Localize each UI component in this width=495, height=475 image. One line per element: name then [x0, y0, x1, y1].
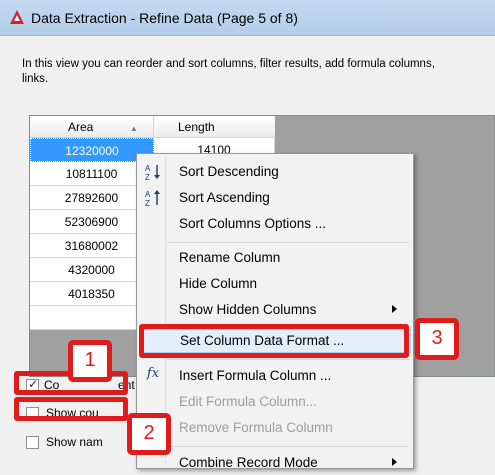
description-line-1: In this view you can reorder and sort co…: [22, 58, 435, 70]
menu-item-rename-column[interactable]: Rename Column: [139, 246, 411, 270]
show-name-label: Show nam: [46, 435, 103, 449]
column-header-length-label: Length: [178, 120, 215, 134]
sort-descending-icon: A Z: [145, 164, 160, 182]
menu-label-sort-columns-options: Sort Columns Options ...: [179, 216, 327, 231]
submenu-arrow-icon: [392, 305, 397, 313]
menu-item-edit-formula-column: Edit Formula Column...: [139, 390, 411, 414]
menu-item-insert-formula-column[interactable]: fx Insert Formula Column ...: [139, 364, 411, 388]
menu-label-rename-column: Rename Column: [179, 250, 281, 265]
menu-label-sort-ascending: Sort Ascending: [179, 190, 270, 205]
description-line-2: links.: [22, 73, 49, 85]
svg-text:A: A: [145, 190, 151, 199]
menu-item-remove-formula-column: Remove Formula Column: [139, 416, 411, 440]
sort-ascending-icon: A Z: [145, 190, 160, 208]
menu-separator: [167, 359, 409, 360]
menu-separator: [167, 446, 409, 447]
callout-highlight-checkboxes: [14, 397, 128, 421]
svg-text:Z: Z: [145, 199, 150, 208]
menu-label-show-hidden-columns: Show Hidden Columns: [179, 302, 317, 317]
column-header-area-label: Area: [68, 120, 94, 134]
description-text: In this view you can reorder and sort co…: [22, 57, 495, 87]
menu-label-insert-formula-column: Insert Formula Column ...: [179, 368, 332, 383]
menu-label-combine-record-mode: Combine Record Mode: [179, 455, 318, 470]
sort-ascending-arrow-icon: ▲: [130, 124, 138, 133]
formula-icon: fx: [146, 366, 160, 381]
grid-header: Area ▲ Length: [30, 116, 275, 138]
window-title: Data Extraction - Refine Data (Page 5 of…: [31, 10, 298, 26]
autocad-icon: [10, 10, 24, 24]
svg-text:A: A: [145, 164, 151, 173]
menu-label-hide-column: Hide Column: [179, 276, 258, 291]
callout-number-2: 2: [127, 413, 171, 455]
menu-item-hide-column[interactable]: Hide Column: [139, 272, 411, 296]
svg-text:Z: Z: [145, 173, 150, 182]
column-header-area[interactable]: Area ▲: [30, 116, 154, 138]
callout-highlight-set-column-data-format: [139, 324, 409, 358]
menu-separator: [167, 242, 409, 243]
title-bar: Data Extraction - Refine Data (Page 5 of…: [0, 0, 495, 36]
callout-number-3: 3: [415, 318, 459, 360]
menu-label-edit-formula-column: Edit Formula Column...: [179, 394, 318, 409]
submenu-arrow-icon: [392, 458, 397, 466]
menu-item-show-hidden-columns[interactable]: Show Hidden Columns: [139, 298, 411, 322]
menu-item-sort-columns-options[interactable]: Sort Columns Options ...: [139, 212, 411, 236]
menu-item-combine-record-mode[interactable]: Combine Record Mode: [139, 451, 411, 475]
menu-label-sort-descending: Sort Descending: [179, 164, 279, 179]
callout-number-1: 1: [68, 340, 112, 382]
show-name-checkbox[interactable]: [26, 436, 39, 449]
menu-label-remove-formula-column: Remove Formula Column: [179, 420, 333, 435]
menu-item-sort-ascending[interactable]: A Z Sort Ascending: [139, 186, 411, 210]
column-context-menu[interactable]: A Z Sort Descending A Z Sort Ascending S…: [136, 153, 414, 470]
menu-item-sort-descending[interactable]: A Z Sort Descending: [139, 160, 411, 184]
column-header-length[interactable]: Length: [154, 116, 275, 138]
